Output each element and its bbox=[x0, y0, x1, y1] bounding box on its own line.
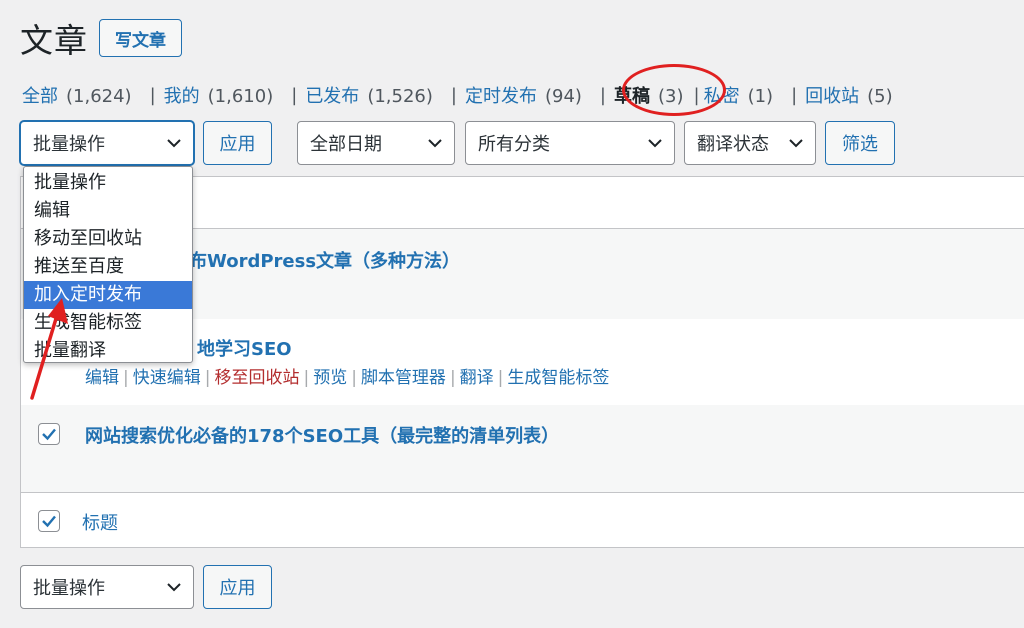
filter-separator: | bbox=[291, 84, 298, 106]
bulk-action-value: 批量操作 bbox=[33, 134, 105, 155]
action-separator: | bbox=[449, 368, 456, 388]
dropdown-option[interactable]: 编辑 bbox=[24, 197, 192, 225]
dropdown-option[interactable]: 批量操作 bbox=[24, 169, 192, 197]
quick-edit-link[interactable]: 快速编辑 bbox=[133, 368, 201, 388]
row-actions: 编辑 | 快速编辑 | 移至回收站 | 预览 | 脚本管理器 | 翻译 | 生成智能标签 bbox=[85, 363, 609, 388]
filter-separator: | bbox=[791, 84, 798, 106]
red-highlight-circle bbox=[622, 64, 726, 116]
dropdown-option[interactable]: 推送至百度 bbox=[24, 253, 192, 281]
filter-separator: | bbox=[450, 84, 457, 106]
filter-scheduled[interactable]: 定时发布 (94) bbox=[465, 82, 582, 108]
dropdown-option[interactable]: 移动至回收站 bbox=[24, 225, 192, 253]
filter-published[interactable]: 已发布 (1,526) bbox=[305, 82, 433, 108]
status-filter-links: 全部 (1,624) | 我的 (1,610) | 已发布 (1,526) | 定时发… bbox=[22, 82, 893, 108]
chevron-down-icon bbox=[789, 139, 803, 148]
select-all-checkbox[interactable] bbox=[38, 510, 60, 532]
translation-status-select[interactable]: 翻译状态 bbox=[684, 121, 816, 165]
red-pointer-arrow-icon bbox=[30, 298, 68, 400]
bulk-action-select[interactable]: 批量操作 bbox=[20, 121, 194, 165]
page-title: 文章 bbox=[20, 21, 88, 60]
chevron-down-icon bbox=[167, 139, 181, 148]
action-separator: | bbox=[303, 368, 310, 388]
title-column-label[interactable]: 标题 bbox=[82, 509, 118, 535]
category-filter-value: 所有分类 bbox=[478, 134, 550, 155]
bottom-apply-button[interactable]: 应用 bbox=[203, 565, 272, 609]
date-filter-select[interactable]: 全部日期 bbox=[297, 121, 455, 165]
check-icon bbox=[42, 515, 56, 528]
row-checkbox[interactable] bbox=[38, 423, 60, 445]
bulk-action-value: 批量操作 bbox=[33, 578, 105, 599]
check-icon bbox=[42, 428, 56, 441]
preview-link[interactable]: 预览 bbox=[313, 368, 347, 388]
post-title-link[interactable]: 地学习SEO bbox=[197, 335, 292, 361]
chevron-down-icon bbox=[428, 139, 442, 148]
chevron-down-icon bbox=[167, 583, 181, 592]
apply-button[interactable]: 应用 bbox=[203, 121, 272, 165]
category-filter-select[interactable]: 所有分类 bbox=[465, 121, 675, 165]
filter-separator: | bbox=[149, 84, 156, 106]
post-title-link[interactable]: 布WordPress文章（多种方法） bbox=[189, 247, 460, 273]
date-filter-value: 全部日期 bbox=[310, 134, 382, 155]
script-manager-link[interactable]: 脚本管理器 bbox=[361, 368, 446, 388]
action-separator: | bbox=[351, 368, 357, 388]
action-separator: | bbox=[497, 368, 504, 388]
filter-button[interactable]: 筛选 bbox=[825, 121, 895, 165]
filter-separator: | bbox=[599, 84, 606, 106]
table-footer-row: 标题 bbox=[21, 493, 1024, 547]
filter-all[interactable]: 全部 (1,624) bbox=[22, 82, 132, 108]
translation-status-value: 翻译状态 bbox=[697, 134, 769, 155]
filter-trash[interactable]: 回收站 (5) bbox=[805, 82, 893, 108]
translate-link[interactable]: 翻译 bbox=[460, 368, 494, 388]
trash-link[interactable]: 移至回收站 bbox=[214, 368, 299, 388]
chevron-down-icon bbox=[648, 139, 662, 148]
edit-link[interactable]: 编辑 bbox=[85, 368, 119, 388]
action-separator: | bbox=[204, 368, 211, 388]
filter-mine[interactable]: 我的 (1,610) bbox=[164, 82, 274, 108]
table-row: 网站搜索优化必备的178个SEO工具（最完整的清单列表） bbox=[21, 405, 1024, 493]
post-title-link[interactable]: 网站搜索优化必备的178个SEO工具（最完整的清单列表） bbox=[85, 422, 559, 448]
add-new-post-button[interactable]: 写文章 bbox=[99, 19, 182, 57]
action-separator: | bbox=[123, 368, 129, 388]
generate-tags-link[interactable]: 生成智能标签 bbox=[507, 368, 609, 388]
bottom-bulk-action-select[interactable]: 批量操作 bbox=[20, 565, 194, 609]
